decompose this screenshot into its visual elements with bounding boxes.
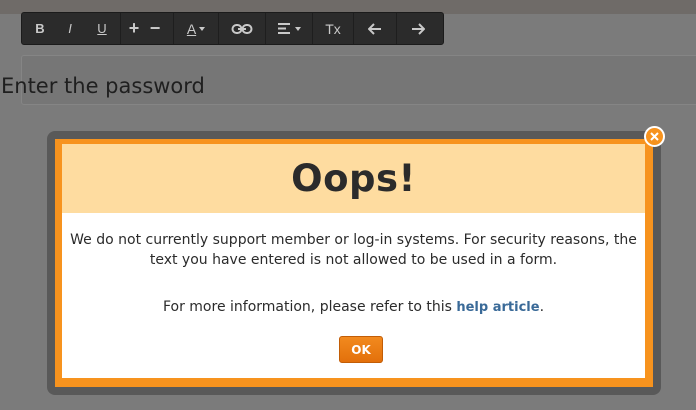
italic-label: I: [68, 21, 72, 36]
underline-button[interactable]: U: [86, 17, 118, 41]
toolbar-separator: [173, 13, 174, 44]
toolbar-separator: [218, 13, 219, 44]
bold-button[interactable]: B: [26, 17, 54, 41]
help-article-link[interactable]: help article: [456, 300, 539, 315]
link-button[interactable]: [221, 17, 263, 41]
decrease-size-button[interactable]: −: [145, 17, 165, 41]
info-prefix: For more information, please refer to th…: [162, 299, 457, 315]
dialog-body: Oops! We do not currently support member…: [62, 144, 645, 378]
toolbar-separator: [120, 13, 121, 44]
toolbar-separator: [396, 13, 397, 44]
italic-button[interactable]: I: [54, 17, 86, 41]
dialog-title: Oops!: [291, 157, 416, 200]
redo-button[interactable]: [399, 17, 437, 41]
dialog-info: For more information, please refer to th…: [62, 297, 645, 318]
align-icon: [277, 23, 290, 34]
ok-button[interactable]: OK: [339, 336, 383, 363]
clear-format-label: Tx: [325, 20, 341, 37]
align-button[interactable]: [268, 17, 310, 41]
toolbar-separator: [312, 13, 313, 44]
chevron-down-icon: [199, 26, 206, 31]
info-suffix: .: [539, 299, 545, 315]
error-dialog: Oops! We do not currently support member…: [47, 131, 661, 395]
dialog-message: We do not currently support member or lo…: [70, 232, 637, 268]
dialog-header: Oops!: [62, 144, 645, 213]
dialog-border: Oops! We do not currently support member…: [55, 139, 653, 387]
undo-button[interactable]: [356, 17, 394, 41]
formatting-toolbar: B I U + − A Tx: [21, 12, 444, 45]
undo-icon: [368, 22, 381, 35]
editor-text: Enter the password: [1, 74, 205, 98]
close-button[interactable]: [644, 126, 665, 147]
increase-size-button[interactable]: +: [123, 17, 145, 41]
increase-label: +: [128, 18, 140, 38]
font-color-button[interactable]: A: [176, 17, 216, 41]
redo-icon: [412, 22, 425, 35]
clear-format-button[interactable]: Tx: [315, 17, 351, 41]
close-icon: [650, 132, 659, 141]
link-icon: [231, 23, 253, 34]
decrease-label: −: [149, 18, 161, 38]
font-color-label: A: [186, 20, 197, 37]
toolbar-separator: [265, 13, 266, 44]
ok-label: OK: [351, 342, 371, 357]
underline-label: U: [97, 21, 107, 36]
bold-label: B: [35, 21, 45, 36]
toolbar-separator: [353, 13, 354, 44]
chevron-down-icon: [294, 26, 301, 31]
